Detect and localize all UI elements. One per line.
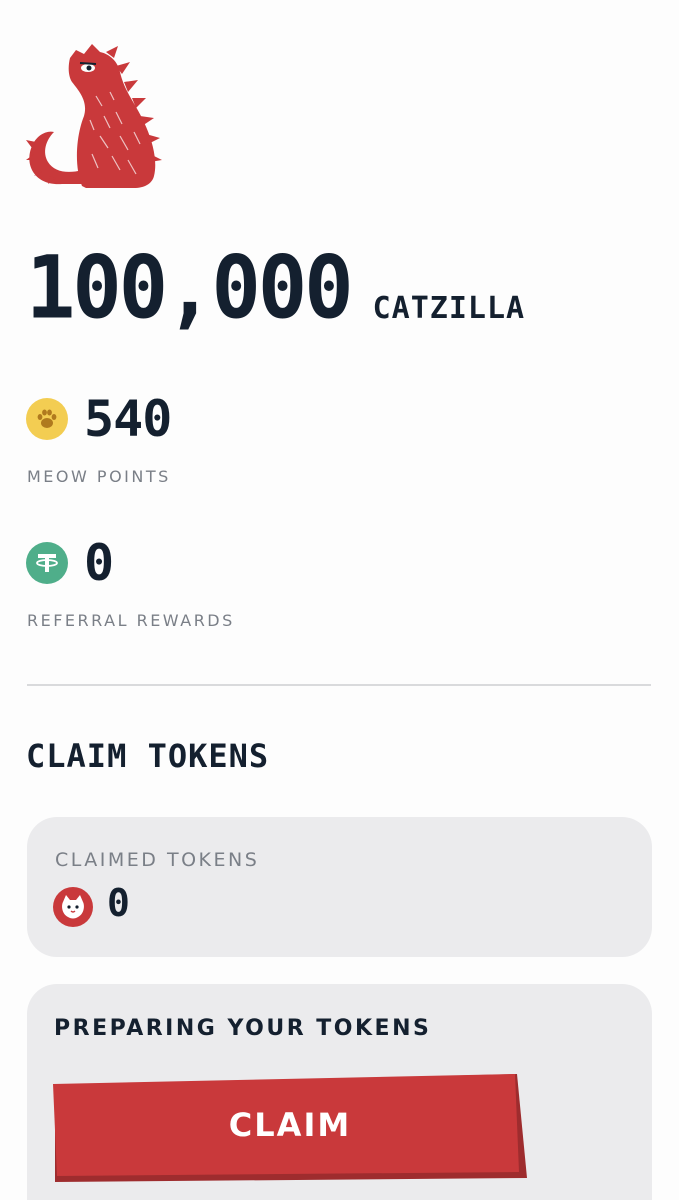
paw-coin-icon	[26, 398, 68, 440]
cat-face-coin-icon	[53, 887, 93, 927]
claimed-tokens-card: CLAIMED TOKENS 0	[27, 817, 652, 957]
claim-tokens-title: CLAIM TOKENS	[26, 737, 270, 775]
claimed-tokens-label: CLAIMED TOKENS	[55, 849, 260, 871]
red-cat-monster-icon	[26, 44, 162, 188]
claimed-tokens-row: 0	[53, 881, 130, 927]
preparing-tokens-title: PREPARING YOUR TOKENS	[54, 1016, 432, 1041]
section-divider	[27, 684, 651, 686]
token-balance: 100,000 CATZILLA	[26, 238, 526, 339]
claim-button-label[interactable]: CLAIM	[53, 1074, 527, 1174]
preparing-tokens-card: PREPARING YOUR TOKENS CLAIM	[27, 984, 652, 1200]
meow-points-value: 540	[84, 390, 172, 448]
referral-rewards-value: 0	[84, 534, 114, 592]
tether-coin-icon	[26, 542, 68, 584]
claim-button[interactable]: CLAIM	[53, 1074, 527, 1182]
claimed-tokens-value: 0	[107, 881, 130, 925]
meow-points-label: MEOW POINTS	[27, 467, 171, 486]
meow-points-row: 540	[26, 390, 172, 448]
referral-rewards-row: 0	[26, 534, 114, 592]
app-page: 100,000 CATZILLA 540 MEOW POINTS 0 REFER…	[0, 0, 679, 1200]
balance-amount: 100,000	[26, 238, 354, 339]
balance-unit: CATZILLA	[372, 291, 526, 326]
referral-rewards-label: REFERRAL REWARDS	[27, 611, 235, 630]
